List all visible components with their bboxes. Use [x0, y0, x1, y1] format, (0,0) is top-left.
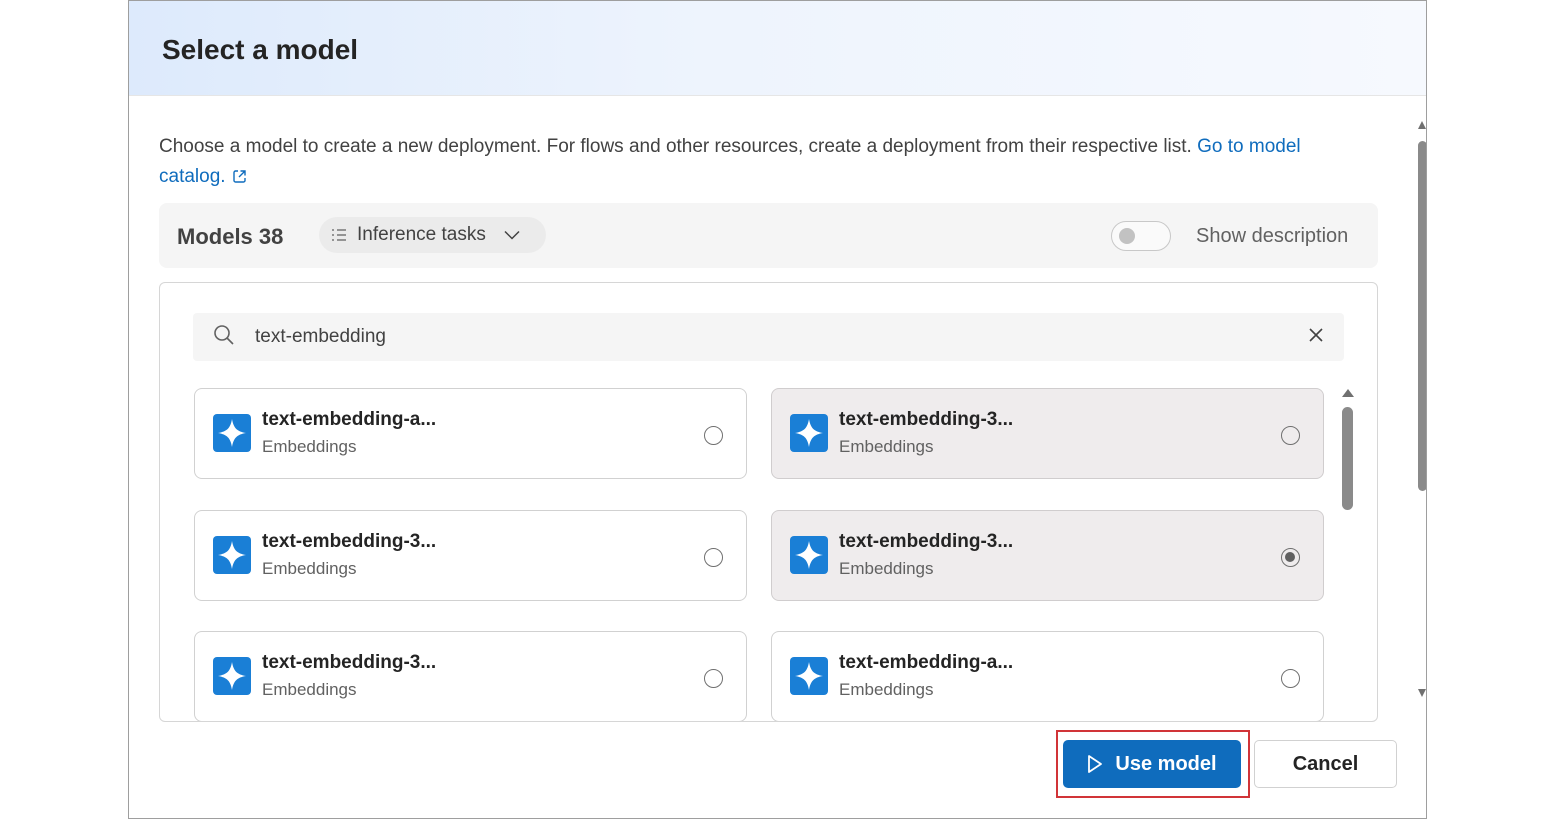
model-type: Embeddings: [262, 680, 357, 699]
sparkle-model-icon: [790, 536, 828, 579]
dialog-title: Select a model: [162, 34, 359, 65]
inference-tasks-label: Inference tasks: [357, 224, 486, 245]
models-count: Models 38: [177, 224, 284, 249]
dismiss-icon[interactable]: [1308, 327, 1324, 348]
model-name: text-embedding-3...: [262, 531, 437, 552]
cancel-button[interactable]: Cancel: [1254, 740, 1397, 788]
select-model-dialog: Select a model Choose a model to create …: [128, 0, 1427, 819]
model-card[interactable]: text-embedding-3... Embeddings: [194, 510, 747, 601]
model-name: text-embedding-3...: [839, 531, 1014, 552]
show-description-label: Show description: [1196, 225, 1349, 247]
model-radio[interactable]: [1281, 669, 1300, 688]
play-icon: [1087, 754, 1103, 774]
model-radio[interactable]: [704, 669, 723, 688]
model-radio[interactable]: [1281, 426, 1300, 445]
model-radio[interactable]: [704, 426, 723, 445]
model-radio[interactable]: [704, 548, 723, 567]
model-type: Embeddings: [839, 680, 934, 699]
scroll-up-arrow-icon[interactable]: [1341, 385, 1355, 403]
inference-tasks-filter[interactable]: Inference tasks: [319, 217, 546, 253]
dialog-scrollbar[interactable]: [1418, 141, 1426, 491]
model-card[interactable]: text-embedding-3... Embeddings: [194, 631, 747, 721]
model-name: text-embedding-a...: [839, 652, 1014, 673]
toggle-knob: [1119, 228, 1135, 244]
model-card-selected[interactable]: text-embedding-3... Embeddings: [771, 510, 1324, 601]
search-value: text-embedding: [255, 326, 386, 347]
sparkle-model-icon: [213, 657, 251, 700]
description-text: Choose a model to create a new deploymen…: [159, 136, 1192, 157]
search-icon: [213, 324, 235, 351]
dialog-description: Choose a model to create a new deploymen…: [159, 132, 1369, 194]
model-radio-checked[interactable]: [1281, 548, 1300, 567]
dialog-header: Select a model: [129, 1, 1426, 96]
model-type: Embeddings: [839, 559, 934, 578]
model-list-panel: text-embedding text-embedding-a... Embed…: [159, 282, 1378, 722]
open-in-new-icon: [232, 164, 247, 194]
sparkle-model-icon: [213, 414, 251, 457]
model-name: text-embedding-3...: [839, 409, 1014, 430]
models-toolbar: Models 38 Inference tasks Show descripti…: [159, 203, 1378, 268]
chevron-down-icon: [504, 230, 520, 240]
sparkle-model-icon: [790, 414, 828, 457]
model-type: Embeddings: [839, 437, 934, 456]
scroll-down-arrow-icon[interactable]: [1417, 685, 1426, 703]
sparkle-model-icon: [790, 657, 828, 700]
show-description-toggle[interactable]: [1111, 221, 1171, 251]
model-name: text-embedding-3...: [262, 652, 437, 673]
use-model-label: Use model: [1115, 752, 1217, 775]
model-list-scrollbar[interactable]: [1342, 407, 1353, 510]
search-input[interactable]: text-embedding: [193, 313, 1344, 361]
scroll-up-arrow-icon[interactable]: [1417, 117, 1426, 135]
model-card[interactable]: text-embedding-3... Embeddings: [771, 388, 1324, 479]
list-filter-icon: [331, 228, 347, 242]
model-name: text-embedding-a...: [262, 409, 437, 430]
sparkle-model-icon: [213, 536, 251, 579]
model-type: Embeddings: [262, 437, 357, 456]
model-card[interactable]: text-embedding-a... Embeddings: [771, 631, 1324, 721]
model-type: Embeddings: [262, 559, 357, 578]
model-card[interactable]: text-embedding-a... Embeddings: [194, 388, 747, 479]
use-model-button[interactable]: Use model: [1063, 740, 1241, 788]
